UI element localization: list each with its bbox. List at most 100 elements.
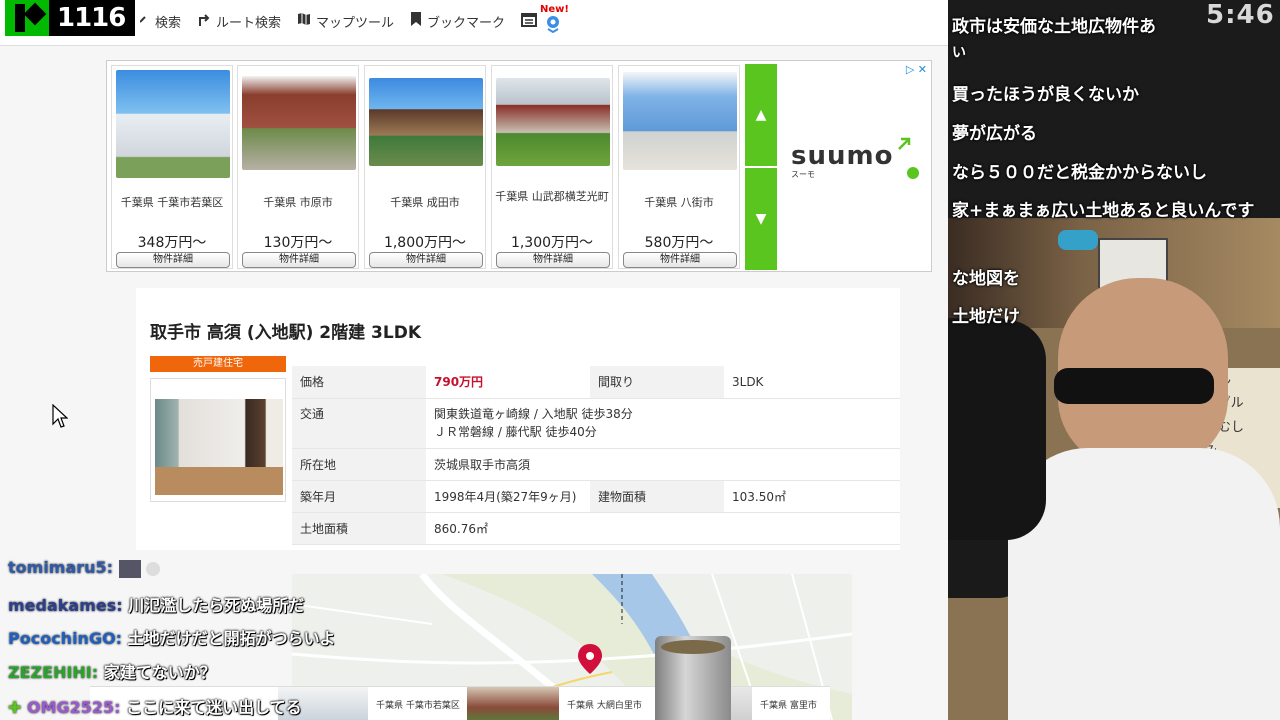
- property-thumbnail[interactable]: [150, 378, 286, 502]
- ad-card-price: 130万円〜: [263, 235, 333, 251]
- spec-row: 土地面積 860.76㎡: [292, 512, 900, 545]
- white-tshirt: [1008, 448, 1280, 720]
- viewer-count: 1116: [57, 3, 126, 33]
- ad-card[interactable]: 千葉県 山武郡横芝光町 1,300万円〜 物件詳細: [491, 65, 613, 269]
- subscriber-badge-icon: ✚: [8, 698, 22, 717]
- spec-label: 所在地: [292, 448, 426, 481]
- price-value: 790万円: [426, 366, 590, 399]
- alien-emote-icon: [146, 561, 161, 576]
- ad-card[interactable]: 千葉県 八街市 580万円〜 物件詳細: [618, 65, 740, 269]
- ad-card-location: 千葉県 市原市: [263, 196, 333, 209]
- listing-title[interactable]: 取手市 高須 (入地駅) 2階建 3LDK: [150, 318, 421, 343]
- chat-text: 川氾濫したら死ぬ場所だ: [128, 596, 305, 615]
- ad-card[interactable]: 千葉県 千葉市若葉区 348万円〜 物件詳細: [111, 65, 233, 269]
- main-nav: 検索 ルート検索 マップツール ブックマーク: [139, 10, 558, 32]
- ad-card[interactable]: 千葉県 市原市 130万円〜 物件詳細: [237, 65, 359, 269]
- figure: [1058, 230, 1098, 250]
- address-value: 茨城県取手市高須: [426, 448, 900, 481]
- ticker-item[interactable]: 千葉県 大網白里市: [467, 687, 642, 720]
- ad-card-location: 千葉県 千葉市若葉区: [120, 196, 224, 209]
- ticker-label: 千葉県 千葉市若葉区: [376, 700, 460, 711]
- ad-photo: [496, 78, 610, 166]
- nav-search[interactable]: 検索: [139, 12, 181, 31]
- ad-scroll-controls: ▲ ▼: [745, 64, 777, 270]
- spec-label: 築年月: [292, 480, 426, 513]
- ad-card-detail-button[interactable]: 物件詳細: [242, 252, 356, 268]
- chat-message: ZEZEHIHI: 家建てないか？: [8, 659, 216, 683]
- chat-username: tomimaru5:: [8, 558, 114, 577]
- ad-scroll-down-button[interactable]: ▼: [745, 168, 777, 270]
- spec-row: 所在地 茨城県取手市高須: [292, 448, 900, 481]
- suumo-leaf-icon: [898, 137, 919, 179]
- triangle-down-icon: ▼: [755, 211, 767, 227]
- ad-card-location: 千葉県 成田市: [390, 196, 460, 209]
- ticker-item[interactable]: 千葉県 千葉市若葉区: [278, 687, 460, 720]
- right-chat-line: 政市は安価な土地広物件あ: [952, 17, 1156, 37]
- nav-calendar[interactable]: [521, 12, 542, 31]
- chat-message: PocochinGO: 土地だけだと開拓がつらいよ: [8, 625, 335, 649]
- mouse-cursor-icon: [52, 403, 69, 434]
- chat-message: tomimaru5:: [8, 558, 161, 578]
- chat-text: 土地だけだと開拓がつらいよ: [127, 629, 336, 648]
- ad-photo: [369, 78, 483, 166]
- map-icon: [297, 12, 316, 30]
- suumo-ad-banner[interactable]: 千葉県 千葉市若葉区 348万円〜 物件詳細 千葉県 市原市 130万円〜 物件…: [106, 60, 932, 272]
- ad-card-location: 千葉県 八街市: [644, 196, 714, 209]
- ticker-label: 千葉県 大網白里市: [567, 700, 642, 711]
- transit-line: 関東鉄道竜ヶ崎線 / 入地駅 徒歩38分: [434, 407, 633, 421]
- property-photo-floor: [155, 467, 283, 495]
- property-spec-table: 価格 790万円 間取り 3LDK 交通 関東鉄道竜ヶ崎線 / 入地駅 徒歩38…: [292, 366, 900, 545]
- mug-coffee: [661, 640, 725, 654]
- ad-card-detail-button[interactable]: 物件詳細: [496, 252, 610, 268]
- ad-photo: [242, 76, 356, 170]
- layout-value: 3LDK: [724, 366, 900, 399]
- ticker-label: 千葉県 富里市: [760, 700, 817, 711]
- steel-mug: [655, 636, 731, 720]
- suumo-logo[interactable]: suumo スーモ: [791, 137, 921, 191]
- spec-label: 間取り: [590, 366, 724, 399]
- right-chat-line: 買ったほうが良くないか: [952, 85, 1139, 105]
- right-chat-line: い: [952, 45, 966, 61]
- spec-row: 築年月 1998年4月(築27年9ヶ月) 建物面積 103.50㎡: [292, 480, 900, 513]
- ad-card-detail-button[interactable]: 物件詳細: [116, 252, 230, 268]
- ad-photo: [116, 70, 230, 178]
- bookmark-icon: [410, 12, 427, 30]
- ad-card-location: 千葉県 山武郡横芝光町: [495, 190, 609, 203]
- right-chat-line: 家+まぁまぁ広い土地あると良いんです: [952, 201, 1255, 221]
- nav-bookmark[interactable]: ブックマーク: [410, 12, 505, 31]
- chat-message: medakames: 川氾濫したら死ぬ場所だ: [8, 592, 304, 616]
- chat-text: ここに来て迷い出してる: [126, 698, 302, 717]
- ad-choices-icon[interactable]: ▷ ✕: [906, 63, 927, 76]
- ad-scroll-up-button[interactable]: ▲: [745, 64, 777, 166]
- right-chat-line: 土地だけ: [952, 307, 1020, 327]
- nav-route-label: ルート検索: [216, 15, 282, 31]
- streamer-camera: えやん ァンブル ぞなむし とみ: [948, 0, 1280, 720]
- nav-map-tools[interactable]: マップツール: [297, 12, 394, 31]
- chat-message: ✚ OMG2525: ここに来て迷い出してる: [8, 694, 302, 718]
- triangle-up-icon: ▲: [755, 107, 767, 123]
- sunglasses: [1054, 368, 1214, 404]
- stream-timer: 5:46: [1206, 0, 1275, 30]
- nav-route-search[interactable]: ルート検索: [197, 12, 281, 31]
- ticker-photo: [467, 687, 559, 720]
- chat-text: 家建てないか？: [103, 663, 216, 682]
- ad-card[interactable]: 千葉県 成田市 1,800万円〜 物件詳細: [364, 65, 486, 269]
- ad-card-detail-button[interactable]: 物件詳細: [623, 252, 737, 268]
- new-location-pin-icon[interactable]: [545, 15, 561, 37]
- chat-username: OMG2525:: [26, 698, 121, 717]
- ad-card-detail-button[interactable]: 物件詳細: [369, 252, 483, 268]
- right-chat-line: 夢が広がる: [952, 124, 1037, 144]
- spec-label: 建物面積: [590, 480, 724, 513]
- built-value: 1998年4月(築27年9ヶ月): [426, 480, 590, 513]
- screen: { "stream": { "viewer_count": "1116", "t…: [0, 0, 1280, 720]
- transit-line: ＪＲ常磐線 / 藤代駅 徒歩40分: [434, 425, 597, 439]
- chair-back: [948, 320, 1046, 540]
- site-header: 1116 検索 ルート検索 マップツール ブックマーク New!: [0, 0, 948, 46]
- emote-icon: [118, 559, 141, 578]
- property-listing: 取手市 高須 (入地駅) 2階建 3LDK 売戸建住宅 価格 790万円 間取り…: [136, 288, 900, 550]
- ad-card-price: 1,800万円〜: [383, 235, 467, 251]
- transit-value: 関東鉄道竜ヶ崎線 / 入地駅 徒歩38分 ＪＲ常磐線 / 藤代駅 徒歩40分: [426, 398, 900, 449]
- spec-row: 交通 関東鉄道竜ヶ崎線 / 入地駅 徒歩38分 ＪＲ常磐線 / 藤代駅 徒歩40…: [292, 398, 900, 449]
- chat-username: medakames:: [8, 596, 123, 615]
- nav-bookmark-label: ブックマーク: [427, 15, 506, 31]
